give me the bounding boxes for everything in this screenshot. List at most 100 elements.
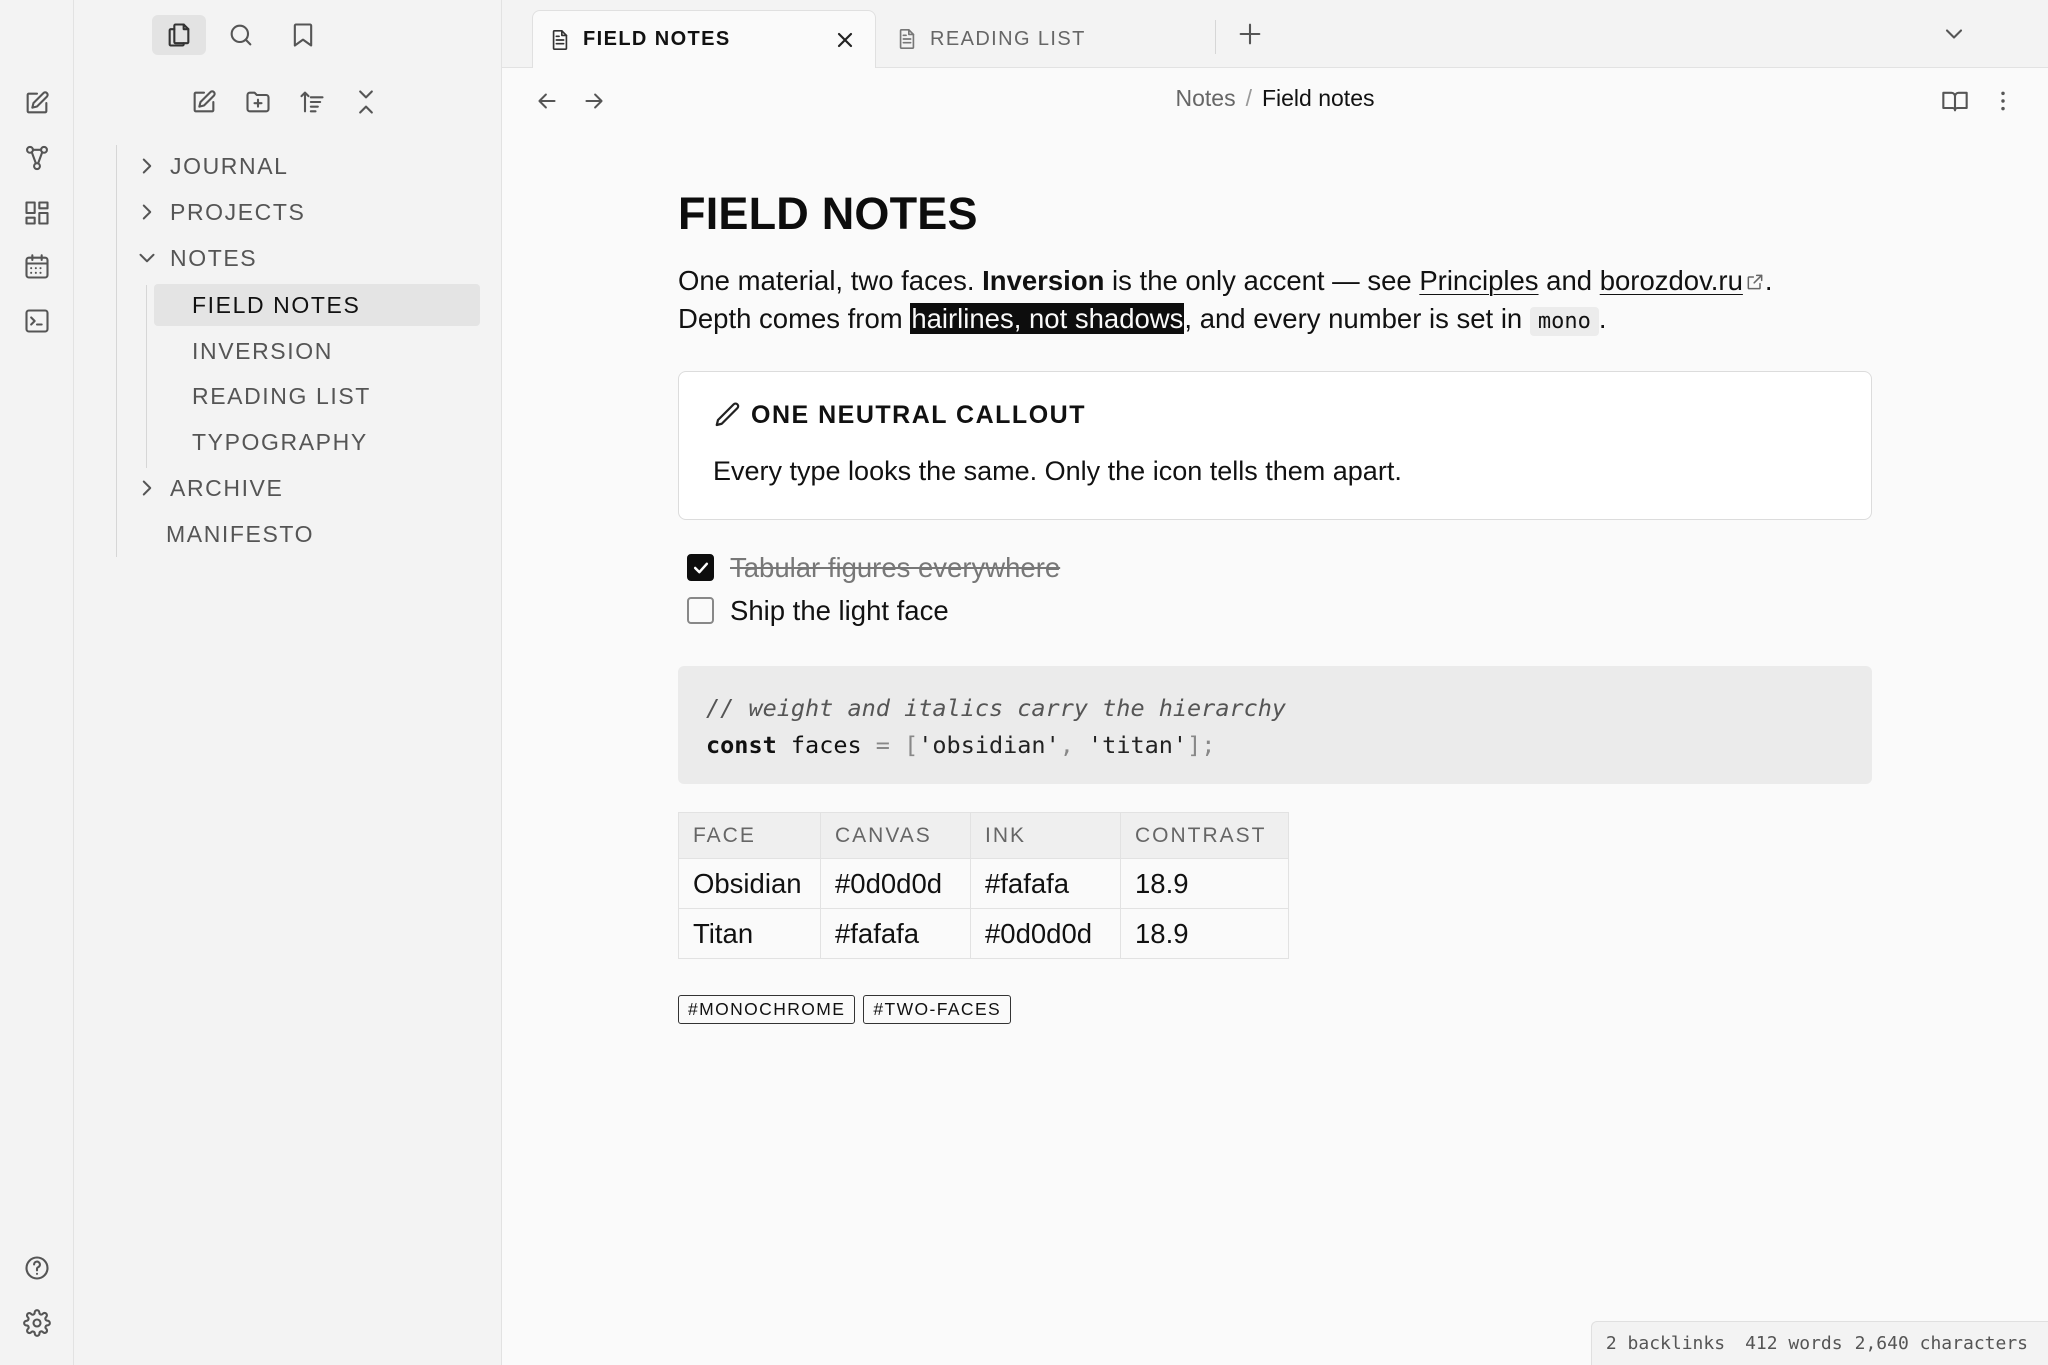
tag-monochrome[interactable]: #MONOCHROME bbox=[678, 995, 856, 1024]
file-typography[interactable]: TYPOGRAPHY bbox=[154, 421, 480, 463]
document-icon bbox=[899, 29, 915, 49]
code-comment: // weight and italics carry the hierarch… bbox=[706, 694, 1287, 722]
callout: ONE NEUTRAL CALLOUT Every type looks the… bbox=[678, 371, 1872, 520]
editor-pane: Notes / Field notes FIELD NOTES One materi… bbox=[502, 68, 2048, 1365]
code-ident: faces bbox=[776, 731, 876, 759]
code-block: // weight and italics carry the hierarch… bbox=[678, 666, 1872, 784]
text-run: . bbox=[1598, 303, 1607, 334]
breadcrumb-current[interactable]: Field notes bbox=[1262, 85, 1375, 111]
internal-link-principles[interactable]: Principles bbox=[1419, 265, 1538, 296]
code-keyword: const bbox=[706, 731, 777, 759]
code-punct: , bbox=[1059, 731, 1089, 759]
callout-title-text: ONE NEUTRAL CALLOUT bbox=[751, 400, 1086, 429]
table-cell: #0d0d0d bbox=[820, 858, 971, 909]
tab-field-notes[interactable]: FIELD NOTES bbox=[532, 10, 876, 68]
chevron-down-icon bbox=[139, 253, 155, 263]
bookmarks-tab[interactable] bbox=[276, 15, 330, 55]
table-row: Titan #fafafa #0d0d0d 18.9 bbox=[678, 908, 1289, 959]
note-content: FIELD NOTES One material, two faces. Inv… bbox=[678, 188, 1872, 1024]
file-inversion[interactable]: INVERSION bbox=[154, 330, 480, 372]
text-run: . bbox=[1764, 265, 1773, 296]
text-run: Depth comes from bbox=[678, 303, 911, 334]
task-label: Ship the light face bbox=[730, 594, 949, 626]
table-row: Obsidian #0d0d0d #fafafa 18.9 bbox=[678, 858, 1289, 909]
code-string: 'obsidian' bbox=[918, 731, 1060, 759]
folder-journal[interactable]: JOURNAL bbox=[116, 145, 289, 187]
close-icon[interactable] bbox=[833, 28, 857, 52]
breadcrumb-parent[interactable]: Notes bbox=[1176, 85, 1236, 111]
text-run: , and every number is set in bbox=[1184, 303, 1530, 334]
task-item: Ship the light face bbox=[687, 589, 1872, 632]
new-note-icon[interactable] bbox=[22, 88, 52, 118]
text-run: and bbox=[1538, 265, 1600, 296]
tag-two-faces[interactable]: #TWO-FACES bbox=[863, 995, 1012, 1024]
code-string: 'titan' bbox=[1088, 731, 1188, 759]
task-checkbox[interactable] bbox=[687, 554, 714, 581]
tab-label: FIELD NOTES bbox=[583, 28, 731, 50]
task-list: Tabular figures everywhere Ship the ligh… bbox=[678, 546, 1872, 632]
chevron-right-icon bbox=[142, 158, 152, 174]
view-header: Notes / Field notes bbox=[502, 68, 2048, 132]
help-icon[interactable] bbox=[22, 1253, 52, 1283]
new-note-icon[interactable] bbox=[188, 86, 220, 118]
bold-text: Inversion bbox=[982, 265, 1105, 296]
chevron-down-icon[interactable] bbox=[1940, 20, 1968, 48]
status-bar: 2 backlinks 412 words 2,640 characters bbox=[1590, 1321, 2048, 1365]
character-count: 2,640 characters bbox=[1854, 1333, 2028, 1354]
table-header: FACE bbox=[678, 812, 821, 859]
folder-projects[interactable]: PROJECTS bbox=[116, 191, 305, 233]
sort-icon[interactable] bbox=[296, 86, 328, 118]
tab-reading-list[interactable]: READING LIST bbox=[880, 10, 1210, 68]
table-header: CONTRAST bbox=[1120, 812, 1289, 859]
graph-view-icon[interactable] bbox=[22, 143, 52, 173]
folder-label: JOURNAL bbox=[170, 152, 289, 179]
sidebar-tabs bbox=[74, 0, 502, 68]
file-label: INVERSION bbox=[192, 337, 333, 364]
external-link-borozdov[interactable]: borozdov.ru bbox=[1600, 265, 1743, 296]
chevron-right-icon bbox=[142, 480, 152, 496]
code-punct: ]; bbox=[1187, 731, 1216, 759]
external-link-icon bbox=[1747, 274, 1763, 290]
file-label: FIELD NOTES bbox=[192, 291, 361, 318]
breadcrumb: Notes / Field notes bbox=[502, 85, 2048, 112]
table-header: CANVAS bbox=[820, 812, 971, 859]
intro-paragraph: One material, two faces. Inversion is th… bbox=[678, 262, 1872, 341]
folder-label: ARCHIVE bbox=[170, 474, 284, 501]
folder-notes[interactable]: NOTES bbox=[116, 237, 257, 279]
file-label: TYPOGRAPHY bbox=[192, 428, 368, 455]
files-tab[interactable] bbox=[152, 15, 206, 55]
task-checkbox[interactable] bbox=[687, 597, 714, 624]
word-count: 412 words bbox=[1745, 1333, 1843, 1354]
explorer-toolbar bbox=[74, 86, 502, 122]
new-folder-icon[interactable] bbox=[242, 86, 274, 118]
table-cell: #fafafa bbox=[970, 858, 1121, 909]
ribbon bbox=[0, 0, 74, 1365]
file-field-notes[interactable]: FIELD NOTES bbox=[154, 284, 480, 326]
code-punct: = [ bbox=[875, 731, 919, 759]
terminal-icon[interactable] bbox=[22, 306, 52, 336]
folder-archive[interactable]: ARCHIVE bbox=[116, 467, 283, 509]
pencil-icon bbox=[715, 402, 740, 427]
highlighted-text: hairlines, not shadows bbox=[910, 303, 1185, 334]
tab-label: READING LIST bbox=[930, 27, 1086, 50]
tab-bar: FIELD NOTES READING LIST bbox=[502, 0, 2048, 68]
table-cell: 18.9 bbox=[1120, 858, 1289, 909]
file-label: READING LIST bbox=[192, 382, 371, 409]
collapse-all-icon[interactable] bbox=[350, 86, 382, 118]
callout-body: Every type looks the same. Only the icon… bbox=[713, 456, 1402, 486]
search-tab[interactable] bbox=[214, 15, 268, 55]
text-run: One material, two faces. bbox=[678, 265, 983, 296]
table-cell: #fafafa bbox=[820, 908, 971, 959]
calendar-icon[interactable] bbox=[22, 252, 52, 282]
settings-icon[interactable] bbox=[22, 1308, 52, 1338]
file-reading-list[interactable]: READING LIST bbox=[154, 375, 480, 417]
table-cell: Obsidian bbox=[678, 858, 821, 909]
backlinks-count[interactable]: 2 backlinks bbox=[1606, 1333, 1725, 1354]
canvas-icon[interactable] bbox=[22, 198, 52, 228]
code-line: const faces = ['obsidian', 'titan']; bbox=[706, 727, 1844, 764]
new-tab-icon[interactable] bbox=[1236, 20, 1264, 48]
file-manifesto[interactable]: MANIFESTO bbox=[166, 513, 314, 555]
more-options-icon[interactable] bbox=[1988, 86, 2018, 116]
reading-view-icon[interactable] bbox=[1940, 86, 1970, 116]
task-label: Tabular figures everywhere bbox=[730, 551, 1061, 583]
